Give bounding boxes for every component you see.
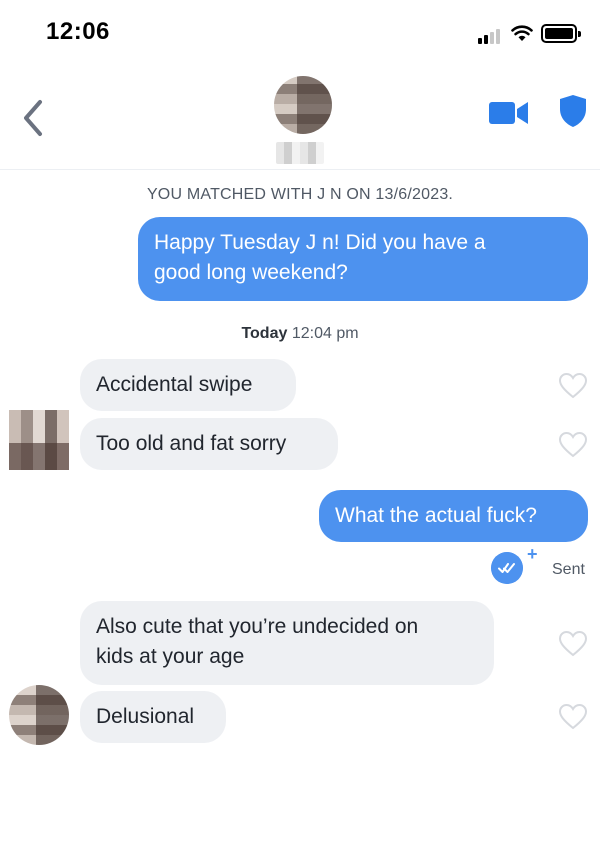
match-avatar-small[interactable] <box>9 685 69 745</box>
message-line: Too old and fat sorry <box>96 432 287 455</box>
like-heart-icon[interactable] <box>558 372 588 400</box>
like-heart-icon[interactable] <box>558 431 588 459</box>
message-line: Delusional <box>96 705 195 728</box>
incoming-message[interactable]: Also cute that you’re undecided on kids … <box>80 601 494 685</box>
message-line: kids at your age <box>96 645 245 668</box>
outgoing-message[interactable]: What the actual fuck? <box>319 490 588 542</box>
matched-notice: YOU MATCHED WITH J N ON 13/6/2023. <box>146 186 454 203</box>
status-bar: 12:06 <box>0 0 600 60</box>
message-line: What the actual fuck? <box>335 504 537 527</box>
back-icon[interactable] <box>20 98 46 138</box>
video-call-icon[interactable] <box>489 100 529 126</box>
time-divider-day: Today <box>241 325 288 342</box>
chat-header <box>0 60 600 170</box>
incoming-message[interactable]: Accidental swipe <box>80 359 296 411</box>
like-heart-icon[interactable] <box>558 703 588 731</box>
read-receipt-plus[interactable]: + <box>527 544 538 565</box>
match-avatar[interactable] <box>274 76 332 134</box>
time-divider: Today 12:04 pm <box>0 325 600 343</box>
message-line: good long weekend? <box>154 261 348 284</box>
battery-icon <box>541 24 581 43</box>
incoming-message[interactable]: Delusional <box>80 691 226 743</box>
time-divider-time: 12:04 pm <box>291 325 359 342</box>
match-name-blurred[interactable] <box>276 142 324 164</box>
incoming-message[interactable]: Too old and fat sorry <box>80 418 338 470</box>
wifi-icon <box>511 25 533 41</box>
outgoing-message[interactable]: Happy Tuesday J n! Did you have a good l… <box>138 217 588 301</box>
sent-status: Sent <box>552 561 585 578</box>
read-receipt-icon[interactable] <box>491 552 523 584</box>
safety-shield-icon[interactable] <box>558 94 588 128</box>
match-avatar-small[interactable] <box>9 410 69 470</box>
chat-thread: YOU MATCHED WITH J N ON 13/6/2023. Happy… <box>0 170 600 866</box>
status-time: 12:06 <box>46 18 110 45</box>
message-line: Happy Tuesday J n! Did you have a <box>154 231 486 254</box>
message-line: Also cute that you’re undecided on <box>96 615 419 638</box>
like-heart-icon[interactable] <box>558 630 588 658</box>
cellular-signal-icon <box>478 28 504 44</box>
message-line: Accidental swipe <box>96 373 253 396</box>
